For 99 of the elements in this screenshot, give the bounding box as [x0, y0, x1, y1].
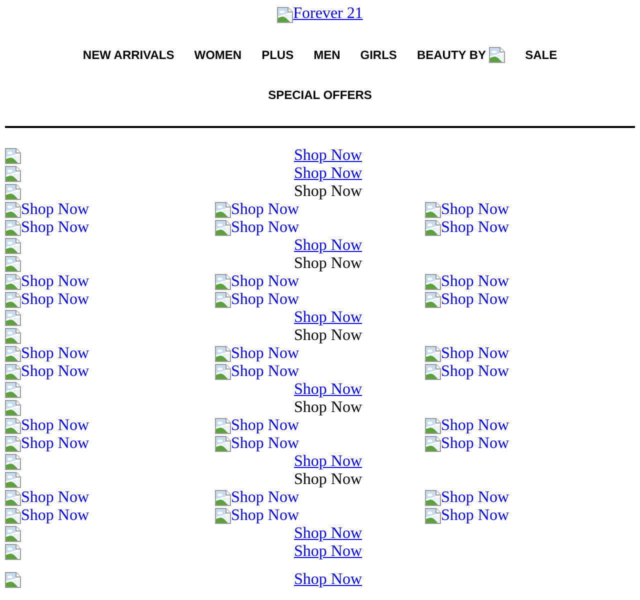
shop-now-link[interactable]: Shop Now [425, 219, 510, 237]
broken-image-icon [5, 274, 21, 290]
broken-image-icon [425, 508, 441, 524]
shop-now-link[interactable]: Shop Now [425, 363, 510, 381]
broken-image-icon [5, 292, 21, 308]
nav-link[interactable]: PLUS [262, 35, 294, 75]
broken-image-icon [5, 184, 21, 200]
broken-image-icon [425, 220, 441, 236]
shop-now-link[interactable]: Shop Now [5, 219, 90, 237]
broken-image-icon [425, 364, 441, 380]
shop-now-link[interactable]: Shop Now [5, 363, 90, 381]
shop-now-link[interactable]: Shop Now [294, 381, 362, 398]
shop-now-link[interactable]: Shop Now [425, 435, 510, 453]
shop-now-link[interactable]: Shop Now [5, 345, 90, 363]
nav-link[interactable]: SALE [525, 35, 558, 75]
logo-link[interactable]: Forever 21 [277, 5, 363, 23]
shop-now-link[interactable]: Shop Now [294, 571, 362, 588]
shop-now-link[interactable]: Shop Now [215, 435, 300, 453]
shop-now-link[interactable]: Shop Now [425, 345, 510, 363]
shop-now-text: Shop Now [294, 399, 362, 416]
nav-link[interactable]: MEN [314, 35, 340, 75]
broken-image-icon [5, 166, 21, 182]
shop-now-text: Shop Now [294, 471, 362, 488]
broken-image-icon [5, 400, 21, 416]
broken-image-icon [5, 472, 21, 488]
shop-now-text: Shop Now [294, 255, 362, 272]
broken-image-icon [425, 274, 441, 290]
shop-now-link[interactable]: Shop Now [5, 489, 90, 507]
broken-image-icon [5, 572, 21, 588]
broken-image-icon [5, 490, 21, 506]
broken-image-icon [5, 148, 21, 164]
broken-image-icon [425, 292, 441, 308]
shop-now-link[interactable]: Shop Now [215, 507, 300, 525]
nav-link[interactable]: SPECIAL OFFERS [268, 75, 372, 115]
shop-now-text: Shop Now [294, 327, 362, 344]
broken-image-icon [215, 274, 231, 290]
broken-image-icon [5, 436, 21, 452]
shop-now-link[interactable]: Shop Now [294, 453, 362, 470]
nav-link[interactable]: GIRLS [360, 35, 397, 75]
broken-image-icon [215, 346, 231, 362]
broken-image-icon [215, 292, 231, 308]
nav-link[interactable]: BEAUTY BY [416, 35, 506, 75]
broken-image-icon [5, 526, 21, 542]
broken-image-icon [215, 418, 231, 434]
broken-image-icon [215, 220, 231, 236]
shop-now-link[interactable]: Shop Now [215, 291, 300, 309]
shop-now-link[interactable]: Shop Now [215, 489, 300, 507]
shop-now-link[interactable]: Shop Now [5, 273, 90, 291]
shop-now-link[interactable]: Shop Now [294, 165, 362, 182]
broken-image-icon [215, 202, 231, 218]
broken-image-icon [5, 544, 21, 560]
broken-image-icon [215, 508, 231, 524]
shop-now-link[interactable]: Shop Now [5, 201, 90, 219]
shop-now-link[interactable]: Shop Now [425, 489, 510, 507]
shop-now-link[interactable]: Shop Now [425, 291, 510, 309]
shop-now-link[interactable]: Shop Now [425, 417, 510, 435]
shop-now-link[interactable]: Shop Now [215, 219, 300, 237]
shop-now-text: Shop Now [294, 183, 362, 200]
nav-link[interactable]: WOMEN [194, 35, 242, 75]
shop-now-link[interactable]: Shop Now [5, 417, 90, 435]
shop-now-link[interactable]: Shop Now [215, 273, 300, 291]
broken-image-icon [277, 7, 294, 23]
shop-now-link[interactable]: Shop Now [294, 237, 362, 254]
broken-image-icon [5, 382, 21, 398]
broken-image-icon [5, 508, 21, 524]
shop-now-link[interactable]: Shop Now [215, 363, 300, 381]
nav-link[interactable]: NEW ARRIVALS [82, 35, 174, 75]
broken-image-icon [5, 346, 21, 362]
broken-image-icon [5, 220, 21, 236]
broken-image-icon [5, 328, 21, 344]
broken-image-icon [5, 256, 21, 272]
shop-now-link[interactable]: Shop Now [5, 435, 90, 453]
broken-image-icon [425, 436, 441, 452]
broken-image-icon [5, 364, 21, 380]
broken-image-icon [5, 418, 21, 434]
broken-image-icon [5, 202, 21, 218]
shop-now-link[interactable]: Shop Now [5, 291, 90, 309]
shop-now-link[interactable]: Shop Now [425, 273, 510, 291]
broken-image-icon [215, 364, 231, 380]
shop-now-link[interactable]: Shop Now [294, 543, 362, 560]
broken-image-icon [425, 490, 441, 506]
shop-now-link[interactable]: Shop Now [215, 417, 300, 435]
broken-image-icon [5, 310, 21, 326]
shop-now-link[interactable]: Shop Now [425, 201, 510, 219]
shop-now-link[interactable]: Shop Now [294, 147, 362, 164]
broken-image-icon [425, 418, 441, 434]
broken-image-icon [5, 238, 21, 254]
shop-now-link[interactable]: Shop Now [215, 345, 300, 363]
broken-image-icon [215, 490, 231, 506]
shop-now-link[interactable]: Shop Now [294, 525, 362, 542]
broken-image-icon [5, 454, 21, 470]
broken-image-icon [425, 202, 441, 218]
shop-now-link[interactable]: Shop Now [215, 201, 300, 219]
shop-now-link[interactable]: Shop Now [294, 309, 362, 326]
broken-image-icon [215, 436, 231, 452]
broken-image-icon [489, 47, 506, 63]
broken-image-icon [425, 346, 441, 362]
shop-now-link[interactable]: Shop Now [425, 507, 510, 525]
shop-now-link[interactable]: Shop Now [5, 507, 90, 525]
